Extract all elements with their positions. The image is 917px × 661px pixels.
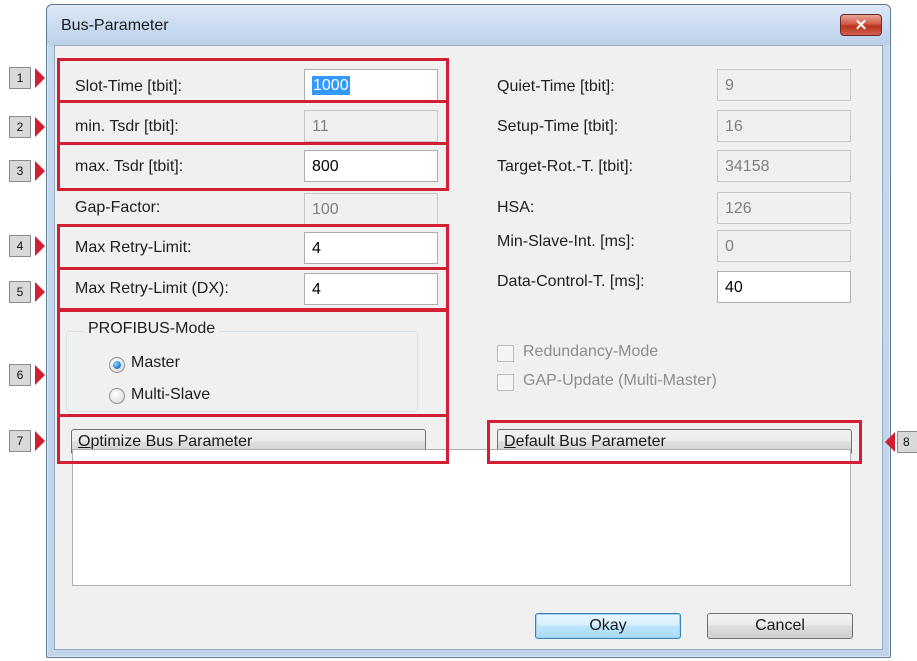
slot-time-input[interactable]: 1000 bbox=[304, 69, 438, 101]
min-slave-int-label: Min-Slave-Int. [ms]: bbox=[497, 233, 635, 250]
data-control-time-input[interactable]: 40 bbox=[717, 271, 851, 303]
marker-1-arrow bbox=[35, 68, 45, 88]
max-retry-limit-label: Max Retry-Limit: bbox=[75, 239, 192, 256]
marker-3: 3 bbox=[9, 160, 31, 182]
redundancy-mode-label: Redundancy-Mode bbox=[523, 343, 659, 360]
min-slave-int-input: 0 bbox=[717, 230, 851, 262]
close-icon: ✕ bbox=[854, 17, 868, 34]
marker-2: 2 bbox=[9, 116, 31, 138]
marker-8-arrow bbox=[885, 432, 895, 452]
marker-6-arrow bbox=[35, 365, 45, 385]
marker-5-arrow bbox=[35, 282, 45, 302]
hsa-input: 126 bbox=[717, 192, 851, 224]
min-tsdr-input: 11 bbox=[304, 110, 438, 142]
max-tsdr-label: max. Tsdr [tbit]: bbox=[75, 158, 184, 175]
max-tsdr-input[interactable]: 800 bbox=[304, 150, 438, 182]
redundancy-mode-checkbox[interactable] bbox=[497, 345, 514, 362]
max-retry-limit-dx-input[interactable]: 4 bbox=[304, 273, 438, 305]
min-tsdr-label: min. Tsdr [tbit]: bbox=[75, 118, 179, 135]
marker-3-arrow bbox=[35, 161, 45, 181]
marker-4-arrow bbox=[35, 236, 45, 256]
quiet-time-label: Quiet-Time [tbit]: bbox=[497, 78, 615, 95]
marker-4: 4 bbox=[9, 235, 31, 257]
setup-time-label: Setup-Time [tbit]: bbox=[497, 118, 619, 135]
message-textarea[interactable] bbox=[72, 449, 851, 586]
multi-slave-radio[interactable] bbox=[109, 388, 125, 404]
title-bar[interactable]: Bus-Parameter ✕ bbox=[47, 5, 890, 45]
slot-time-value: 1000 bbox=[312, 76, 350, 95]
marker-8: 8 bbox=[897, 431, 917, 453]
okay-button[interactable]: Okay bbox=[535, 613, 681, 639]
gap-update-label: GAP-Update (Multi-Master) bbox=[523, 372, 717, 389]
profibus-mode-title: PROFIBUS-Mode bbox=[84, 320, 220, 338]
hsa-label: HSA: bbox=[497, 199, 535, 216]
max-retry-limit-input[interactable]: 4 bbox=[304, 232, 438, 264]
target-rot-time-label: Target-Rot.-T. [tbit]: bbox=[497, 158, 634, 175]
marker-7: 7 bbox=[9, 430, 31, 452]
master-radio-label[interactable]: Master bbox=[131, 354, 180, 372]
setup-time-input: 16 bbox=[717, 110, 851, 142]
max-retry-limit-dx-label: Max Retry-Limit (DX): bbox=[75, 280, 229, 297]
data-control-time-label: Data-Control-T. [ms]: bbox=[497, 273, 645, 290]
gap-factor-input: 100 bbox=[304, 193, 438, 225]
gap-update-checkbox[interactable] bbox=[497, 374, 514, 391]
quiet-time-input: 9 bbox=[717, 69, 851, 101]
close-button[interactable]: ✕ bbox=[840, 14, 882, 36]
cancel-button[interactable]: Cancel bbox=[707, 613, 853, 639]
master-radio[interactable] bbox=[109, 357, 125, 373]
marker-7-arrow bbox=[35, 431, 45, 451]
gap-factor-label: Gap-Factor: bbox=[75, 199, 161, 216]
marker-5: 5 bbox=[9, 281, 31, 303]
multi-slave-radio-label[interactable]: Multi-Slave bbox=[131, 386, 210, 404]
slot-time-label: Slot-Time [tbit]: bbox=[75, 78, 182, 95]
target-rot-time-input: 34158 bbox=[717, 150, 851, 182]
marker-6: 6 bbox=[9, 364, 31, 386]
marker-1: 1 bbox=[9, 67, 31, 89]
dialog-title: Bus-Parameter bbox=[61, 17, 169, 34]
marker-2-arrow bbox=[35, 117, 45, 137]
